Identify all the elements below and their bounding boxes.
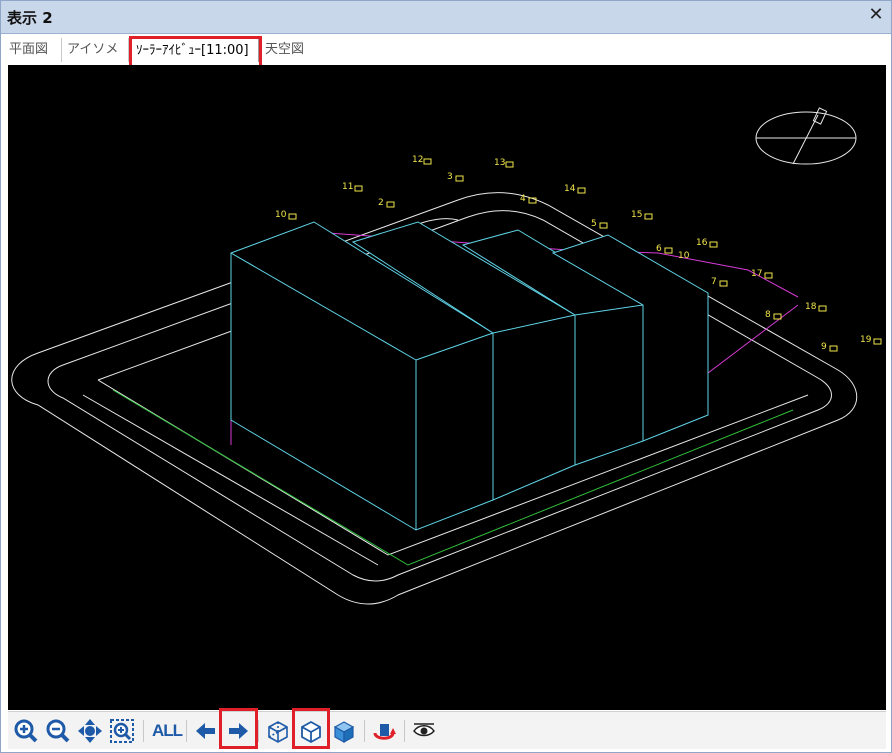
tab-sky-view[interactable]: 天空図	[261, 38, 313, 62]
point-label: 18	[805, 302, 817, 312]
point-marker	[386, 201, 395, 208]
point-label: 5	[591, 219, 597, 229]
point-label: 3	[447, 172, 453, 182]
cad-viewport[interactable]: 12 13 3 11 2 4 14 10 15 5 16 6 10 7 17 8…	[8, 65, 886, 710]
point-marker	[829, 345, 838, 352]
point-marker	[354, 185, 363, 192]
toolbar-separator	[186, 720, 187, 742]
point-marker	[455, 175, 464, 182]
toolbar-separator	[143, 720, 144, 742]
point-marker	[423, 158, 432, 165]
point-marker	[505, 161, 514, 168]
point-label: 19	[860, 335, 872, 345]
close-icon[interactable]: ✕	[867, 6, 885, 24]
point-marker	[599, 222, 608, 229]
solar-view-drawing: 12 13 3 11 2 4 14 10 15 5 16 6 10 7 17 8…	[11, 107, 882, 605]
point-label: 11	[342, 182, 353, 192]
shaded-box-icon[interactable]	[331, 718, 357, 744]
bottom-toolbar: ALL	[8, 711, 886, 749]
toolbar-separator	[364, 720, 365, 742]
zoom-out-icon[interactable]	[45, 718, 71, 744]
wireframe-box-icon[interactable]	[265, 718, 291, 744]
point-label: 17	[751, 269, 762, 279]
point-marker	[288, 213, 297, 220]
view-tabs: 平面図 アイソメ図 ｿｰﾗｰｱｲﾋﾞｭｰ[11:00] 天空図	[5, 36, 887, 81]
point-label: 8	[765, 310, 771, 320]
tab-isometric[interactable]: アイソメ図	[63, 38, 129, 81]
point-label: 10	[275, 210, 287, 220]
tab-plan[interactable]: 平面図	[5, 38, 62, 62]
next-arrow-icon[interactable]	[225, 718, 251, 744]
pan-icon[interactable]	[77, 718, 103, 744]
zoom-all-button[interactable]: ALL	[152, 721, 183, 741]
point-marker	[664, 247, 673, 254]
point-marker	[873, 338, 882, 345]
point-marker	[644, 213, 653, 220]
point-label: 15	[631, 210, 642, 220]
app-window: 表示 2 ✕ 平面図 アイソメ図 ｿｰﾗｰｱｲﾋﾞｭｰ[11:00] 天空図	[0, 0, 892, 753]
point-marker	[719, 280, 728, 287]
point-marker	[818, 305, 827, 312]
point-label: 6	[656, 244, 662, 254]
rotate-icon[interactable]	[371, 718, 397, 744]
tab-solar-eye-view[interactable]: ｿｰﾗｰｱｲﾋﾞｭｰ[11:00]	[131, 38, 259, 62]
toolbar-separator	[404, 720, 405, 742]
point-label: 4	[520, 194, 526, 204]
zoom-in-icon[interactable]	[13, 718, 39, 744]
point-marker	[577, 187, 586, 194]
point-marker	[709, 241, 718, 248]
point-label: 13	[494, 158, 505, 168]
zoom-window-icon[interactable]	[109, 718, 135, 744]
window-title: 表示 2	[7, 9, 53, 27]
point-label: 7	[711, 277, 717, 287]
point-label: 16	[696, 238, 708, 248]
eye-view-icon[interactable]	[411, 718, 437, 744]
point-marker	[764, 272, 773, 279]
hidden-line-box-icon[interactable]	[298, 718, 324, 744]
point-label: 12	[412, 155, 423, 165]
prev-arrow-icon[interactable]	[193, 718, 219, 744]
toolbar-separator	[258, 720, 259, 742]
title-bar: 表示 2 ✕	[1, 1, 891, 34]
point-label: 14	[564, 184, 576, 194]
point-label: 9	[821, 342, 827, 352]
point-label: 2	[378, 198, 384, 208]
point-label: 10	[678, 251, 690, 261]
